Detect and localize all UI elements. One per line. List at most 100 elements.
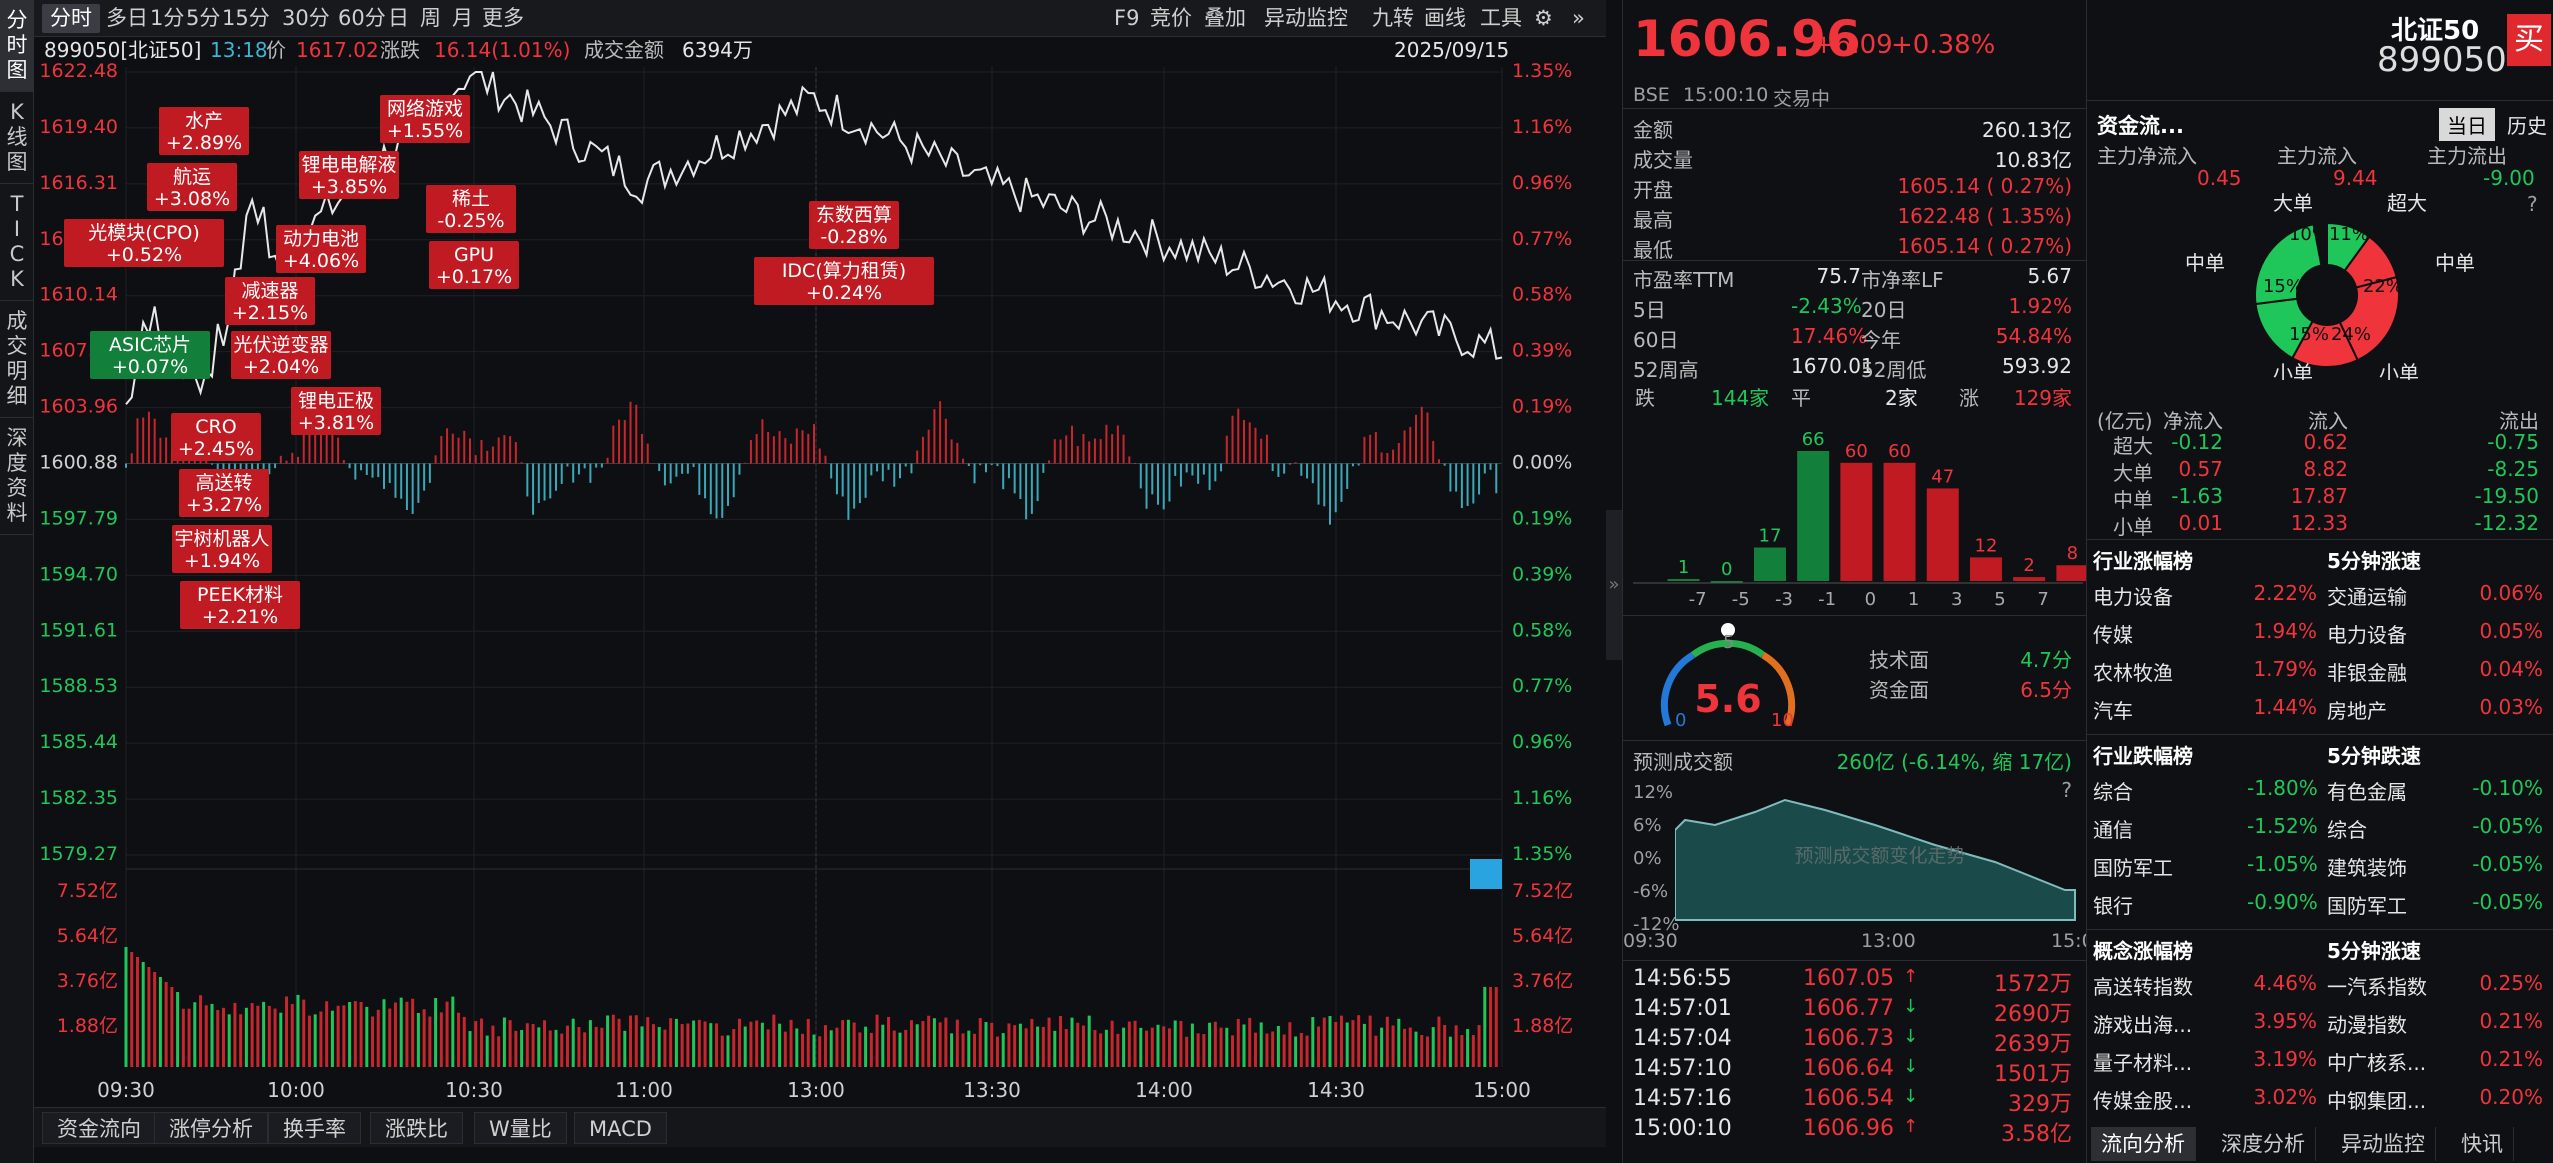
stat-value: 1605.14 ( 0.27%) xyxy=(1897,174,2072,198)
concept-tag-0[interactable]: 水产+2.89% xyxy=(159,107,249,155)
panel-collapse-handle[interactable]: » xyxy=(1606,510,1622,660)
intraday-chart-svg[interactable]: 899050[北证50] 13:18价 1617.02 涨跌 16.14(1.01%) 成… xyxy=(34,37,1606,1107)
concept-tag-9[interactable]: PEEK材料+2.21% xyxy=(180,581,300,629)
tool-btn-6[interactable]: 工具 xyxy=(1472,4,1530,33)
concept-tag-1[interactable]: 航运+3.08% xyxy=(147,163,237,211)
concept-tag-15[interactable]: GPU+0.17% xyxy=(429,241,519,289)
dist-label: 7 xyxy=(2037,589,2048,610)
rank-item-name[interactable]: 传媒 xyxy=(2093,619,2133,648)
rank-item-name-speed[interactable]: 电力设备 xyxy=(2327,619,2407,648)
concept-tag-3[interactable]: 减速器+2.15% xyxy=(225,277,315,325)
rank-item-name[interactable]: 游戏出海... xyxy=(2093,1009,2192,1038)
concept-tag-10[interactable]: 动力电池+4.06% xyxy=(276,225,366,273)
rank-item-name[interactable]: 高送转指数 xyxy=(2093,971,2193,1000)
price-tick-label: 1582.35 xyxy=(39,787,118,809)
tab-today[interactable]: 当日 xyxy=(2439,108,2495,141)
rank-item-name-speed[interactable]: 一汽系指数 xyxy=(2327,971,2427,1000)
concept-tag-7[interactable]: 高送转+3.27% xyxy=(179,469,269,517)
view-tab-0[interactable]: 分时图 xyxy=(0,0,34,92)
concept-tag-4[interactable]: ASIC芯片+0.07% xyxy=(90,331,210,379)
concept-tag-name: 锂电电解液 xyxy=(301,154,396,176)
rank-item-name[interactable]: 传媒金股... xyxy=(2093,1085,2192,1114)
tool-btn-3[interactable]: 异动监控 xyxy=(1256,4,1356,33)
expand-icon[interactable]: » xyxy=(1564,4,1593,33)
tool-btn-5[interactable]: 画线 xyxy=(1416,4,1474,33)
concept-tag-16[interactable]: 东数西算-0.28% xyxy=(809,201,899,249)
concept-tag-12[interactable]: 锂电正极+3.81% xyxy=(291,387,381,435)
rank-item-name-speed[interactable]: 有色金属 xyxy=(2327,776,2407,805)
dist-bar xyxy=(1926,488,1959,581)
concept-tag-value: +4.06% xyxy=(283,250,359,272)
gauge-score: 5.6 xyxy=(1694,677,1761,721)
rank-item-name-speed[interactable]: 房地产 xyxy=(2327,695,2387,724)
concept-tag-name: 稀土 xyxy=(452,188,490,210)
period-tab-5[interactable]: 30分 xyxy=(274,4,338,33)
rank-item-name-speed[interactable]: 中钢集团... xyxy=(2327,1085,2426,1114)
rank-item-pct: -1.52% xyxy=(2247,814,2318,838)
concept-tag-8[interactable]: 宇树机器人+1.94% xyxy=(172,525,272,573)
view-tab-2[interactable]: TICK xyxy=(0,184,34,301)
right-tab-3[interactable]: 快讯 xyxy=(2451,1127,2514,1161)
rank-item-name[interactable]: 综合 xyxy=(2093,776,2133,805)
concept-tag-name: PEEK材料 xyxy=(197,584,283,606)
rank-item-name-speed[interactable]: 中广核系... xyxy=(2327,1047,2426,1076)
rank-item-name-speed[interactable]: 建筑装饰 xyxy=(2327,852,2407,881)
time-tick-label: 11:00 xyxy=(615,1078,673,1102)
arrow-down-icon: ↓ xyxy=(1903,1086,1919,1107)
view-tab-1[interactable]: K线图 xyxy=(0,92,34,184)
tab-history[interactable]: 历史 xyxy=(2507,110,2547,139)
rank-item-name-speed[interactable]: 国防军工 xyxy=(2327,890,2407,919)
indicator-tab-1[interactable]: 涨停分析 xyxy=(154,1112,268,1144)
rank-item-name[interactable]: 量子材料... xyxy=(2093,1047,2192,1076)
view-tab-3[interactable]: 成交明细 xyxy=(0,301,34,418)
tick-time: 14:57:16 xyxy=(1633,1086,1732,1111)
tool-btn-4[interactable]: 九转 xyxy=(1364,4,1422,33)
rank-item-name-speed[interactable]: 综合 xyxy=(2327,814,2367,843)
rank-item-name-speed[interactable]: 动漫指数 xyxy=(2327,1009,2407,1038)
concept-tag-value: +2.89% xyxy=(166,132,242,154)
tick-time: 14:57:10 xyxy=(1633,1056,1732,1081)
buy-button[interactable]: 买 xyxy=(2507,14,2551,66)
vol-tick-label: 3.76亿 xyxy=(57,970,118,992)
flow-table-cell: -0.75 xyxy=(2487,430,2539,454)
right-tab-1[interactable]: 深度分析 xyxy=(2211,1127,2316,1161)
concept-tag-5[interactable]: 光伏逆变器+2.04% xyxy=(231,331,331,379)
indicator-tab-0[interactable]: 资金流向 xyxy=(42,1112,156,1144)
period-tab-10[interactable]: 更多 xyxy=(474,4,532,33)
concept-tag-6[interactable]: CRO+2.45% xyxy=(171,413,261,461)
concept-tag-14[interactable]: 稀土-0.25% xyxy=(426,185,516,233)
tool-btn-2[interactable]: 叠加 xyxy=(1196,4,1254,33)
view-tab-4[interactable]: 深度资料 xyxy=(0,418,34,535)
dist-bar xyxy=(2013,577,2046,581)
floating-widget-icon[interactable] xyxy=(1470,859,1502,889)
right-tab-2[interactable]: 异动监控 xyxy=(2331,1127,2436,1161)
concept-tag-17[interactable]: IDC(算力租赁)+0.24% xyxy=(754,257,934,305)
concept-tag-name: 宇树机器人 xyxy=(174,528,269,550)
rank-item-name[interactable]: 电力设备 xyxy=(2093,581,2173,610)
rank-item-pct: 1.94% xyxy=(2253,619,2317,643)
quote-time: 15:00:10 xyxy=(1683,84,1769,106)
rank-item-name[interactable]: 汽车 xyxy=(2093,695,2133,724)
intraday-chart[interactable]: 899050[北证50] 13:18 价 1617.02 涨跌 16.14(1.01%) 成… xyxy=(34,37,1606,1107)
pct-tick-label: 0.00% xyxy=(1512,452,1572,474)
rank-item-name[interactable]: 通信 xyxy=(2093,814,2133,843)
rank-item-name[interactable]: 农林牧渔 xyxy=(2093,657,2173,686)
tool-btn-1[interactable]: 竞价 xyxy=(1142,4,1200,33)
rank-item-name[interactable]: 银行 xyxy=(2093,890,2133,919)
period-tab-0[interactable]: 分时 xyxy=(42,4,100,33)
view-tab-char: 深 xyxy=(6,426,28,450)
concept-tag-2[interactable]: 光模块(CPO)+0.52% xyxy=(64,219,224,267)
gear-icon[interactable]: ⚙ xyxy=(1526,4,1561,33)
concept-tag-11[interactable]: 锂电电解液+3.85% xyxy=(299,151,399,199)
rank-item-name-speed[interactable]: 交通运输 xyxy=(2327,581,2407,610)
indicator-tab-2[interactable]: 换手率 xyxy=(268,1112,361,1144)
concept-tag-13[interactable]: 网络游戏+1.55% xyxy=(380,95,470,143)
rank-item-name-speed[interactable]: 非银金融 xyxy=(2327,657,2407,686)
right-tab-0[interactable]: 流向分析 xyxy=(2091,1127,2196,1161)
indicator-tab-3[interactable]: 涨跌比 xyxy=(370,1112,463,1144)
indicator-tab-5[interactable]: MACD xyxy=(574,1112,667,1144)
period-tab-4[interactable]: 15分 xyxy=(214,4,278,33)
concept-tag-value: +2.15% xyxy=(232,302,308,324)
indicator-tab-4[interactable]: W量比 xyxy=(474,1112,567,1144)
rank-item-name[interactable]: 国防军工 xyxy=(2093,852,2173,881)
